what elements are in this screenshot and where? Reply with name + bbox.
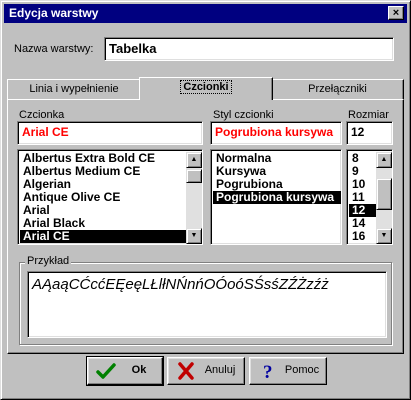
list-item[interactable]: Pogrubiona kursywa	[213, 191, 341, 204]
question-mark-icon: ?	[263, 362, 273, 380]
scroll-thumb[interactable]	[186, 169, 202, 183]
cancel-button[interactable]: Anuluj	[167, 357, 245, 385]
help-label: Pomoc	[284, 364, 320, 376]
cancel-label: Anuluj	[204, 364, 236, 376]
title-bar[interactable]: Edycja warstwy ×	[4, 4, 407, 23]
list-item[interactable]: Arial CE	[20, 230, 186, 243]
close-button[interactable]: ×	[388, 6, 404, 20]
style-list[interactable]: Normalna Kursywa Pogrubiona Pogrubiona kurs…	[213, 152, 341, 244]
scroll-down-button[interactable]: ▼	[376, 228, 392, 244]
size-scrollbar[interactable]: ▲ ▼	[376, 152, 392, 244]
svg-text:?: ?	[263, 362, 273, 380]
size-label: Rozmiar	[348, 109, 389, 121]
tab-label: Przełączniki	[308, 83, 367, 95]
font-input[interactable]: Arial CE	[17, 121, 203, 145]
dialog-window: Edycja warstwy × Nazwa warstwy: Tabelka …	[0, 0, 411, 400]
style-input[interactable]: Pogrubiona kursywa	[210, 121, 342, 145]
size-input[interactable]: 12	[346, 121, 393, 145]
scroll-down-button[interactable]: ▼	[186, 228, 202, 244]
scroll-up-button[interactable]: ▲	[186, 152, 202, 168]
tab-label: Czcionki	[180, 80, 232, 94]
list-item[interactable]: 16	[349, 230, 376, 243]
font-listbox[interactable]: Albertus Extra Bold CE Albertus Medium CE…	[17, 149, 203, 245]
scroll-thumb[interactable]	[376, 178, 392, 210]
font-list[interactable]: Albertus Extra Bold CE Albertus Medium CE…	[20, 152, 186, 244]
tab-label: Linia i wypełnienie	[29, 83, 119, 95]
preview-text: AĄaąCĆcćEĘeęLŁlłNŃnńOÓoóSŚsśZŹŻzźż	[27, 271, 387, 338]
checkmark-icon	[96, 363, 116, 379]
font-scrollbar[interactable]: ▲ ▼	[186, 152, 202, 244]
preview-label: Przykład	[25, 255, 72, 267]
style-listbox[interactable]: Normalna Kursywa Pogrubiona Pogrubiona kurs…	[210, 149, 342, 245]
style-label: Styl czcionki	[213, 109, 274, 121]
font-label: Czcionka	[19, 109, 65, 121]
ok-label: Ok	[131, 364, 147, 376]
window-title: Edycja warstwy	[9, 6, 99, 20]
tab-switches[interactable]: Przełączniki	[271, 79, 404, 99]
close-icon: ×	[392, 7, 400, 19]
ok-button[interactable]: Ok	[86, 356, 164, 386]
help-button[interactable]: ? Pomoc	[249, 357, 327, 385]
x-mark-icon	[178, 362, 194, 380]
size-listbox[interactable]: 8 9 10 11 12 14 16 ▲ ▼	[346, 149, 393, 245]
scroll-up-button[interactable]: ▲	[376, 152, 392, 168]
tab-fonts[interactable]: Czcionki	[139, 77, 273, 100]
layer-name-input[interactable]: Tabelka	[104, 37, 394, 61]
layer-name-label: Nazwa warstwy:	[14, 43, 94, 55]
tab-line-fill[interactable]: Linia i wypełnienie	[7, 79, 141, 99]
size-list[interactable]: 8 9 10 11 12 14 16	[349, 152, 376, 244]
